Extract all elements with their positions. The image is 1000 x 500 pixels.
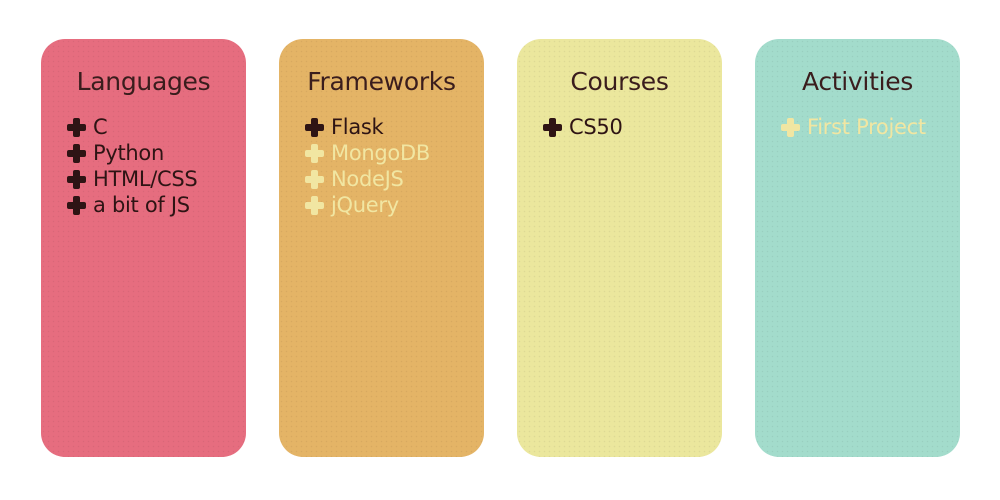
plus-icon [305, 117, 324, 137]
card-title-languages: Languages [76, 67, 211, 96]
languages-list: C Python HTML/CSS a bit of JS [41, 114, 246, 218]
list-item: MongoDB [305, 140, 484, 166]
card-languages: Languages C Python HTML/CSS a bit of JS [41, 39, 246, 457]
courses-list: CS50 [517, 114, 722, 140]
skills-board: Languages C Python HTML/CSS a bit of JS … [0, 0, 1000, 500]
list-item-label: CS50 [569, 115, 623, 139]
card-title-activities: Activities [801, 67, 914, 96]
list-item: C [67, 114, 246, 140]
list-item-label: a bit of JS [93, 193, 190, 217]
list-item-label: First Project [807, 115, 926, 139]
list-item-label: HTML/CSS [93, 167, 198, 191]
list-item-label: C [93, 115, 108, 139]
plus-icon [305, 195, 324, 215]
list-item: Python [67, 140, 246, 166]
list-item: CS50 [543, 114, 722, 140]
list-item-label: jQuery [331, 193, 399, 217]
list-item: a bit of JS [67, 192, 246, 218]
list-item: jQuery [305, 192, 484, 218]
plus-icon [781, 117, 800, 137]
plus-icon [543, 117, 562, 137]
card-activities: Activities First Project [755, 39, 960, 457]
frameworks-list: Flask MongoDB NodeJS jQuery [279, 114, 484, 218]
plus-icon [67, 169, 86, 189]
plus-icon [67, 195, 86, 215]
plus-icon [67, 117, 86, 137]
card-title-courses: Courses [570, 67, 669, 96]
activities-list: First Project [755, 114, 960, 140]
list-item: Flask [305, 114, 484, 140]
list-item-label: Flask [331, 115, 384, 139]
list-item-label: MongoDB [331, 141, 430, 165]
list-item: HTML/CSS [67, 166, 246, 192]
list-item-label: Python [93, 141, 164, 165]
card-title-frameworks: Frameworks [307, 67, 456, 96]
list-item: NodeJS [305, 166, 484, 192]
plus-icon [67, 143, 86, 163]
list-item-label: NodeJS [331, 167, 404, 191]
list-item: First Project [781, 114, 960, 140]
plus-icon [305, 169, 324, 189]
card-frameworks: Frameworks Flask MongoDB NodeJS jQuery [279, 39, 484, 457]
plus-icon [305, 143, 324, 163]
card-courses: Courses CS50 [517, 39, 722, 457]
